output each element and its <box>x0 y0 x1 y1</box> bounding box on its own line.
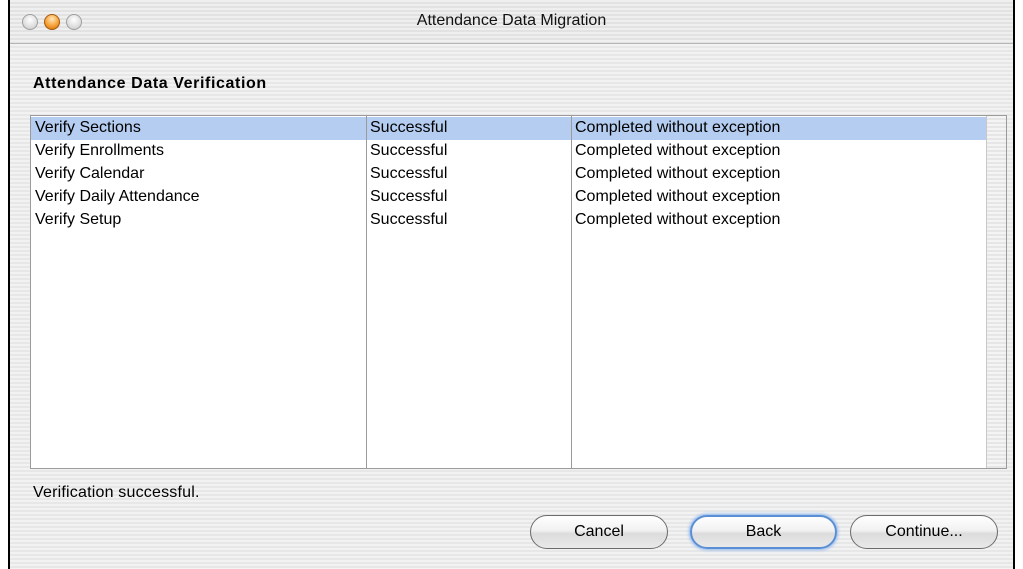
continue-button[interactable]: Continue... <box>850 515 998 549</box>
step-name: Verify Calendar <box>35 165 145 182</box>
step-detail: Completed without exception <box>575 188 781 205</box>
step-detail: Completed without exception <box>575 165 781 182</box>
window-title: Attendance Data Migration <box>416 12 607 29</box>
step-status: Successful <box>370 142 448 159</box>
step-status: Successful <box>370 188 448 205</box>
step-name: Verify Enrollments <box>35 142 164 159</box>
table-row[interactable]: Verify Calendar Successful Completed wit… <box>31 163 986 186</box>
table-row[interactable]: Verify Enrollments Successful Completed … <box>31 140 986 163</box>
step-status: Successful <box>370 119 448 136</box>
table-row[interactable]: Verify Sections Successful Completed wit… <box>31 117 986 140</box>
title-bar[interactable]: Attendance Data Migration <box>10 0 1013 44</box>
step-name: Verify Daily Attendance <box>35 188 200 205</box>
page-title: Attendance Data Verification <box>33 75 267 92</box>
step-detail: Completed without exception <box>575 211 781 228</box>
step-name: Verify Setup <box>35 211 122 228</box>
vertical-scrollbar[interactable] <box>986 116 1006 468</box>
dialog-window: Attendance Data Migration Attendance Dat… <box>8 0 1015 569</box>
verification-table: Verify Sections Successful Completed wit… <box>30 115 1007 469</box>
step-status: Successful <box>370 211 448 228</box>
back-button[interactable]: Back <box>690 515 837 549</box>
step-status: Successful <box>370 165 448 182</box>
cancel-button[interactable]: Cancel <box>530 515 668 549</box>
step-detail: Completed without exception <box>575 119 781 136</box>
column-divider <box>571 116 572 468</box>
table-row[interactable]: Verify Daily Attendance Successful Compl… <box>31 186 986 209</box>
table-rows: Verify Sections Successful Completed wit… <box>31 117 986 232</box>
status-message: Verification successful. <box>33 484 200 501</box>
step-detail: Completed without exception <box>575 142 781 159</box>
step-name: Verify Sections <box>35 119 141 136</box>
table-row[interactable]: Verify Setup Successful Completed withou… <box>31 209 986 232</box>
column-divider <box>366 116 367 468</box>
